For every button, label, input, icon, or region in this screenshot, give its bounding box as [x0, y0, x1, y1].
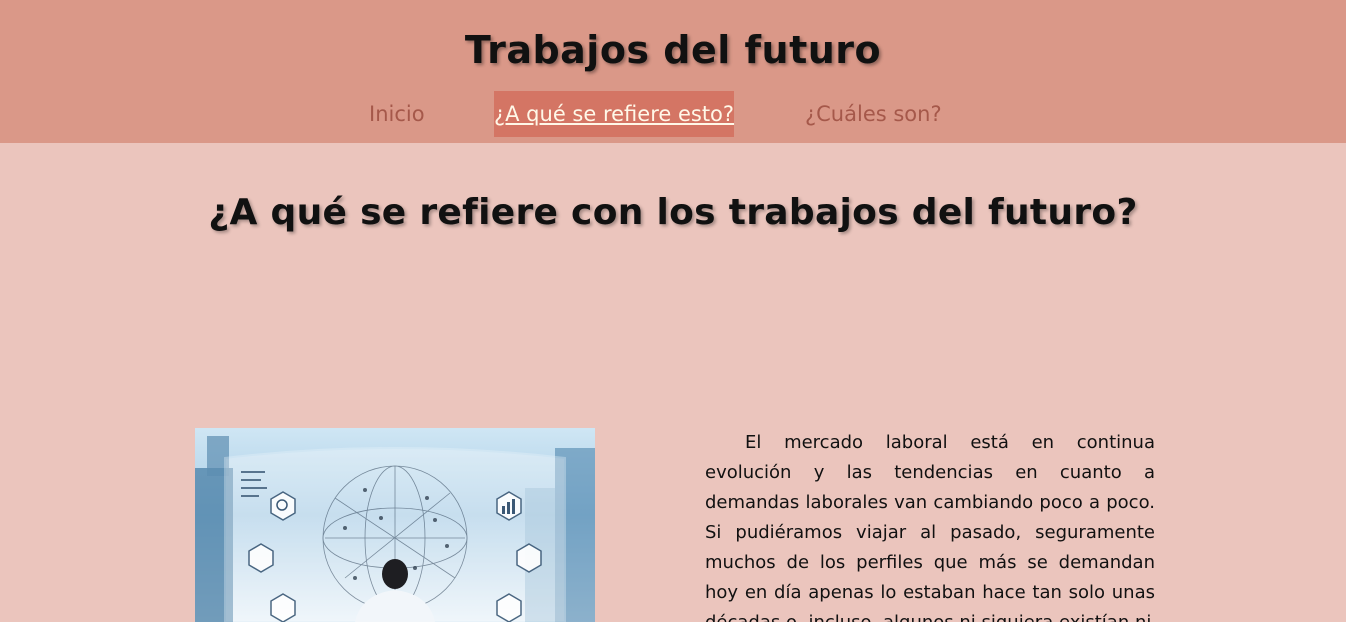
page-heading: ¿A qué se refiere con los trabajos del f…	[208, 192, 1138, 233]
site-title: Trabajos del futuro	[464, 28, 882, 72]
nav-link-cuales-son[interactable]: ¿Cuáles son?	[805, 91, 942, 137]
nav-link-inicio[interactable]: Inicio	[369, 91, 425, 137]
site-header: Trabajos del futuro Inicio ¿A qué se ref…	[0, 0, 1346, 143]
future-jobs-illustration	[195, 436, 595, 622]
future-jobs-image	[195, 428, 595, 622]
nav-link-a-que-se-refiere[interactable]: ¿A qué se refiere esto?	[494, 91, 734, 137]
intro-paragraph: El mercado laboral está en continua evol…	[705, 432, 1155, 622]
